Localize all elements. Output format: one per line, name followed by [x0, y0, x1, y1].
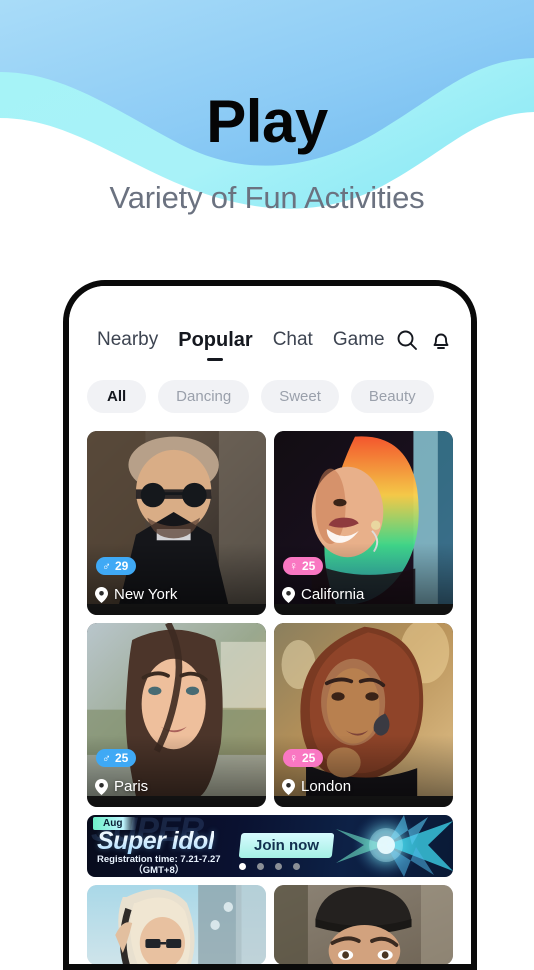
age-value: 25	[115, 751, 129, 765]
chip-sweet[interactable]: Sweet	[261, 380, 339, 413]
gender-age-badge: ♀ 25	[283, 557, 324, 575]
profile-card[interactable]: ♀ 25 California	[274, 431, 453, 615]
location-pin-icon	[282, 778, 295, 795]
banner-pagination	[239, 863, 300, 870]
tab-chat[interactable]: Chat	[263, 329, 323, 351]
age-value: 25	[302, 559, 316, 573]
gender-icon: ♂	[102, 559, 111, 573]
card-location: California	[282, 586, 364, 603]
gender-age-badge: ♂ 25	[96, 749, 137, 767]
age-value: 25	[302, 751, 316, 765]
card-gradient-overlay	[87, 543, 266, 615]
card-location: London	[282, 778, 351, 795]
phone-screen: Nearby Popular Chat Game All Dancing Swe…	[69, 286, 471, 964]
location-label: London	[301, 778, 352, 795]
top-tab-bar: Nearby Popular Chat Game	[69, 286, 471, 361]
profile-photo	[87, 885, 266, 964]
pagination-dot[interactable]	[293, 863, 300, 870]
card-gradient-overlay	[274, 735, 453, 807]
active-tab-indicator	[207, 357, 224, 361]
profile-card[interactable]: ♂ 29 New York	[87, 431, 266, 615]
profile-card-grid-partial	[69, 877, 471, 964]
profile-card-grid: ♂ 29 New York ♀ 25 California ♂ 25 Paris…	[69, 413, 471, 807]
card-location: New York	[95, 586, 177, 603]
location-label: California	[301, 586, 365, 603]
profile-card[interactable]: ♂ 25 Paris	[87, 623, 266, 807]
banner-title: Super idol	[97, 827, 215, 855]
location-label: Paris	[114, 778, 149, 795]
gender-icon: ♀	[289, 559, 298, 573]
pagination-dot[interactable]	[239, 863, 246, 870]
tab-chat-label: Chat	[272, 329, 313, 350]
chip-dancing[interactable]: Dancing	[158, 380, 250, 413]
location-label: New York	[114, 586, 178, 603]
search-icon[interactable]	[395, 324, 419, 356]
tab-game[interactable]: Game	[323, 329, 395, 351]
join-now-button[interactable]: Join now	[238, 833, 335, 858]
join-now-label: Join now	[254, 837, 319, 854]
promo-banner[interactable]: SUPER Aug Super idol Registration time: …	[87, 815, 453, 877]
card-gradient-overlay	[87, 735, 266, 807]
page-subtitle: Variety of Fun Activities	[109, 180, 425, 215]
card-location: Paris	[95, 778, 148, 795]
location-pin-icon	[95, 586, 108, 603]
gender-age-badge: ♂ 29	[96, 557, 137, 575]
gender-age-badge: ♀ 25	[283, 749, 324, 767]
pagination-dot[interactable]	[257, 863, 264, 870]
banner-registration-time: Registration time: 7.21-7.27	[97, 854, 221, 865]
gender-icon: ♀	[289, 751, 298, 765]
hero-header: Play Variety of Fun Activities	[0, 0, 534, 270]
profile-photo	[274, 885, 453, 964]
page-title: Play	[206, 88, 328, 155]
location-pin-icon	[95, 778, 108, 795]
chip-all[interactable]: All	[87, 380, 147, 413]
chip-beauty[interactable]: Beauty	[350, 380, 434, 413]
phone-mockup: Nearby Popular Chat Game All Dancing Swe…	[63, 280, 477, 970]
pagination-dot[interactable]	[275, 863, 282, 870]
location-pin-icon	[282, 586, 295, 603]
tab-game-label: Game	[332, 329, 385, 350]
gender-icon: ♂	[102, 751, 111, 765]
age-value: 29	[115, 559, 129, 573]
tab-popular[interactable]: Popular	[168, 328, 262, 361]
bell-icon[interactable]	[429, 324, 453, 356]
filter-chip-row: All Dancing Sweet Beauty	[69, 356, 471, 413]
tab-popular-label: Popular	[178, 328, 253, 351]
banner-registration-info: Registration time: 7.21-7.27 （GMT+8）	[97, 854, 221, 877]
tab-nearby[interactable]: Nearby	[87, 329, 168, 351]
profile-card[interactable]	[274, 885, 453, 964]
card-gradient-overlay	[274, 543, 453, 615]
profile-card[interactable]: ♀ 25 London	[274, 623, 453, 807]
tab-nearby-label: Nearby	[97, 329, 159, 350]
profile-card[interactable]	[87, 885, 266, 964]
banner-timezone: （GMT+8）	[133, 864, 185, 876]
